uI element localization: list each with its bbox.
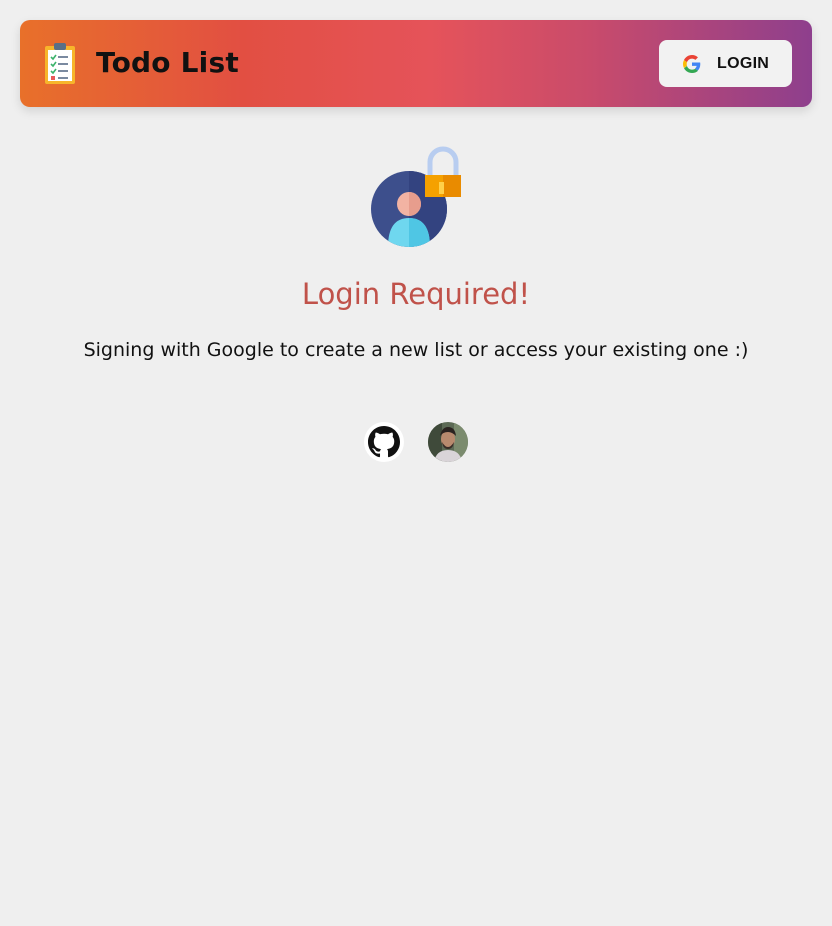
footer-links bbox=[364, 422, 474, 464]
google-login-button[interactable]: LOGIN bbox=[659, 40, 792, 87]
login-button-label: LOGIN bbox=[717, 54, 770, 72]
app-header: Todo List LOGIN bbox=[20, 20, 812, 107]
user-lock-icon bbox=[371, 146, 461, 247]
clipboard-checklist-icon bbox=[45, 43, 75, 84]
developer-avatar[interactable] bbox=[428, 422, 468, 462]
avatar-photo bbox=[428, 422, 468, 462]
login-required-title: Login Required! bbox=[301, 277, 531, 311]
login-required-message: Signing with Google to create a new list… bbox=[83, 339, 749, 361]
github-link[interactable] bbox=[364, 422, 404, 462]
github-icon bbox=[368, 426, 400, 458]
google-icon bbox=[683, 54, 701, 73]
app-title: Todo List bbox=[96, 46, 239, 79]
